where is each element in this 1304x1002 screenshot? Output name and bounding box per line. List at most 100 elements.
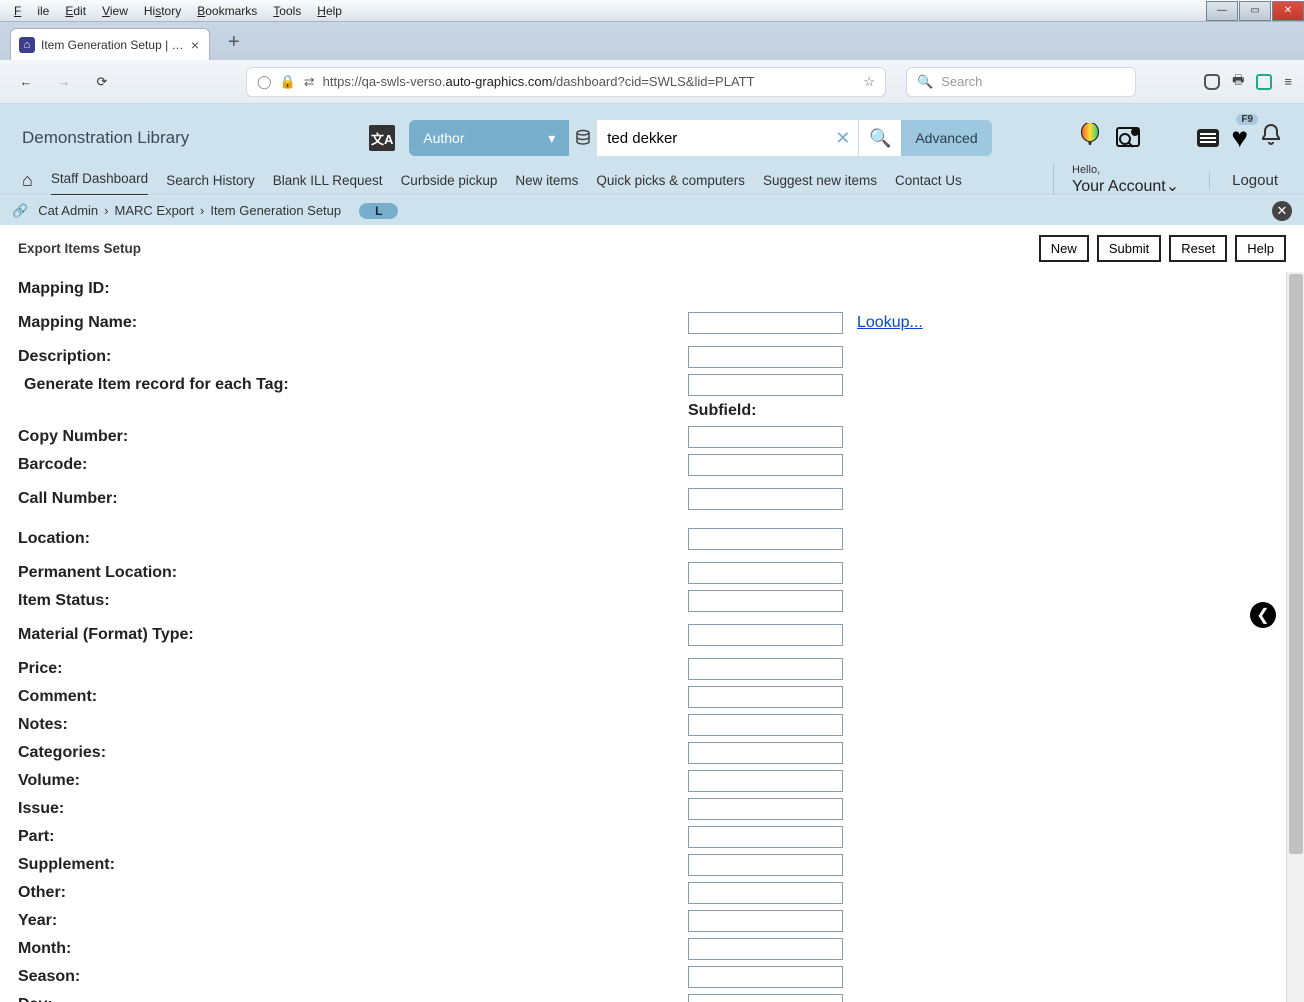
reset-button[interactable]: Reset bbox=[1169, 235, 1227, 262]
app-menu-icon[interactable]: ≡ bbox=[1284, 74, 1292, 89]
window-minimize-button[interactable]: — bbox=[1206, 1, 1238, 21]
nav-new-items[interactable]: New items bbox=[515, 165, 578, 196]
label-part: Part: bbox=[18, 828, 688, 846]
app-header: Demonstration Library 文A Author ▾ ✕ 🔍 Ad… bbox=[0, 104, 1304, 195]
tab-title: Item Generation Setup | SWLS | bbox=[41, 38, 185, 52]
scope-badge[interactable]: L bbox=[359, 203, 398, 219]
input-description[interactable] bbox=[688, 346, 843, 368]
bookmark-star-icon[interactable]: ☆ bbox=[863, 74, 875, 90]
advanced-search-button[interactable]: Advanced bbox=[901, 120, 991, 156]
input-other[interactable] bbox=[688, 882, 843, 904]
label-subfield: Subfield: bbox=[18, 402, 1286, 420]
input-day[interactable] bbox=[688, 994, 843, 1002]
label-description: Description: bbox=[18, 348, 688, 366]
reload-button[interactable]: ⟳ bbox=[88, 68, 116, 96]
input-price[interactable] bbox=[688, 658, 843, 680]
forward-button[interactable]: → bbox=[50, 68, 78, 96]
new-button[interactable]: New bbox=[1039, 235, 1089, 262]
input-notes[interactable] bbox=[688, 714, 843, 736]
tab-close-icon[interactable]: × bbox=[191, 37, 199, 53]
input-location[interactable] bbox=[688, 528, 843, 550]
clear-search-button[interactable]: ✕ bbox=[827, 120, 858, 156]
input-comment[interactable] bbox=[688, 686, 843, 708]
browser-tab[interactable]: ⌂ Item Generation Setup | SWLS | × bbox=[10, 28, 210, 60]
input-month[interactable] bbox=[688, 938, 843, 960]
nav-search-history[interactable]: Search History bbox=[166, 165, 255, 196]
menu-help[interactable]: Help bbox=[309, 2, 350, 20]
notifications-icon[interactable] bbox=[1260, 123, 1282, 153]
window-maximize-button[interactable]: ▭ bbox=[1239, 1, 1271, 21]
library-title: Demonstration Library bbox=[22, 128, 189, 148]
menu-edit[interactable]: Edit bbox=[57, 2, 94, 20]
catalog-search-group: 文A Author ▾ ✕ 🔍 Advanced bbox=[369, 120, 991, 156]
breadcrumb-seg1[interactable]: Cat Admin bbox=[38, 203, 98, 218]
favorites-icon[interactable]: ♥F9 bbox=[1231, 122, 1248, 154]
pocket-icon[interactable] bbox=[1204, 74, 1220, 90]
input-copy-number[interactable] bbox=[688, 426, 843, 448]
input-barcode[interactable] bbox=[688, 454, 843, 476]
input-categories[interactable] bbox=[688, 742, 843, 764]
input-volume[interactable] bbox=[688, 770, 843, 792]
menu-history[interactable]: History bbox=[136, 2, 189, 20]
nav-home-icon[interactable]: ⌂ bbox=[22, 170, 33, 191]
balloon-icon[interactable] bbox=[1079, 123, 1101, 154]
label-other: Other: bbox=[18, 884, 688, 902]
submit-button[interactable]: Submit bbox=[1097, 235, 1161, 262]
menu-view[interactable]: View bbox=[94, 2, 136, 20]
label-generate-tag: Generate Item record for each Tag: bbox=[18, 376, 688, 394]
search-submit-button[interactable]: 🔍 bbox=[859, 120, 901, 156]
input-issue[interactable] bbox=[688, 798, 843, 820]
search-placeholder: Search bbox=[941, 74, 982, 89]
scrollbar[interactable] bbox=[1286, 272, 1304, 1002]
catalog-search-input[interactable] bbox=[607, 130, 817, 147]
lookup-link[interactable]: Lookup... bbox=[857, 314, 923, 332]
main-nav: ⌂ Staff Dashboard Search History Blank I… bbox=[22, 160, 1282, 194]
close-panel-button[interactable]: ✕ bbox=[1272, 201, 1292, 221]
tab-strip: ⌂ Item Generation Setup | SWLS | × + bbox=[0, 22, 1304, 60]
nav-suggest[interactable]: Suggest new items bbox=[763, 165, 877, 196]
nav-contact[interactable]: Contact Us bbox=[895, 165, 962, 196]
input-material-type[interactable] bbox=[688, 624, 843, 646]
input-season[interactable] bbox=[688, 966, 843, 988]
list-view-icon[interactable] bbox=[1197, 129, 1219, 147]
input-generate-tag[interactable] bbox=[688, 374, 843, 396]
search-type-dropdown[interactable]: Author ▾ bbox=[409, 120, 569, 156]
account-dropdown[interactable]: Hello, Your Account⌄ bbox=[1053, 164, 1179, 196]
input-permanent-location[interactable] bbox=[688, 562, 843, 584]
permissions-icon: ⇄ bbox=[304, 74, 315, 90]
form-area: ❮ Mapping ID: Mapping Name: Lookup... De… bbox=[0, 272, 1304, 1002]
input-item-status[interactable] bbox=[688, 590, 843, 612]
back-button[interactable]: ← bbox=[12, 68, 40, 96]
menu-file[interactable]: File bbox=[6, 2, 57, 20]
nav-blank-ill[interactable]: Blank ILL Request bbox=[273, 165, 383, 196]
nav-quick-picks[interactable]: Quick picks & computers bbox=[596, 165, 745, 196]
logout-link[interactable]: Logout bbox=[1209, 172, 1282, 189]
label-mapping-name: Mapping Name: bbox=[18, 314, 688, 332]
nav-curbside[interactable]: Curbside pickup bbox=[401, 165, 498, 196]
browser-search-box[interactable]: 🔍 Search bbox=[906, 67, 1136, 97]
label-material-type: Material (Format) Type: bbox=[18, 626, 688, 644]
nav-staff-dashboard[interactable]: Staff Dashboard bbox=[51, 163, 148, 197]
label-price: Price: bbox=[18, 660, 688, 678]
label-season: Season: bbox=[18, 968, 688, 986]
window-close-button[interactable]: ✕ bbox=[1272, 1, 1304, 21]
translate-icon[interactable]: 文A bbox=[369, 125, 395, 151]
label-notes: Notes: bbox=[18, 716, 688, 734]
breadcrumb-seg2[interactable]: MARC Export bbox=[115, 203, 194, 218]
help-button[interactable]: Help bbox=[1235, 235, 1286, 262]
new-tab-button[interactable]: + bbox=[228, 31, 240, 60]
extension-icon[interactable] bbox=[1256, 74, 1272, 90]
zoom-tools-icon[interactable] bbox=[1113, 125, 1143, 152]
collapse-panel-button[interactable]: ❮ bbox=[1250, 602, 1276, 628]
input-call-number[interactable] bbox=[688, 488, 843, 510]
input-part[interactable] bbox=[688, 826, 843, 848]
database-icon[interactable] bbox=[569, 120, 597, 156]
input-supplement[interactable] bbox=[688, 854, 843, 876]
address-bar[interactable]: ◯ 🔒 ⇄ https://qa-swls-verso.auto-graphic… bbox=[246, 67, 886, 97]
input-year[interactable] bbox=[688, 910, 843, 932]
print-icon[interactable]: 🖶 bbox=[1232, 71, 1244, 93]
menu-tools[interactable]: Tools bbox=[265, 2, 309, 20]
menu-bookmarks[interactable]: Bookmarks bbox=[189, 2, 265, 20]
shield-icon: ◯ bbox=[257, 74, 272, 90]
input-mapping-name[interactable] bbox=[688, 312, 843, 334]
